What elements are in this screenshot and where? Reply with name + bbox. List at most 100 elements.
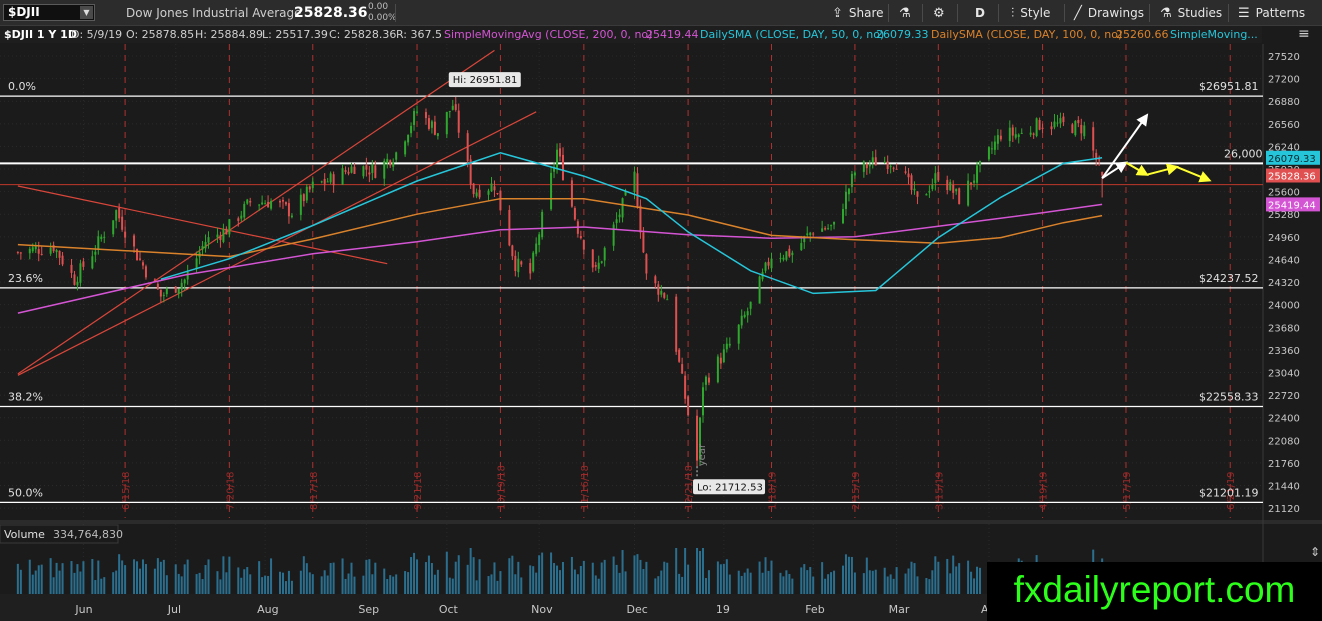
candle-body bbox=[728, 343, 731, 346]
volume-bar bbox=[639, 559, 642, 594]
volume-bar bbox=[955, 566, 958, 594]
candle-body bbox=[410, 125, 413, 134]
volume-bar bbox=[180, 576, 183, 594]
candle-body bbox=[365, 165, 368, 170]
fib-label: 50.0% bbox=[8, 486, 43, 499]
volume-bar bbox=[115, 570, 118, 594]
candle-body bbox=[987, 147, 990, 160]
volume-bar bbox=[76, 564, 79, 594]
candle-body bbox=[267, 201, 270, 208]
volume-bar bbox=[949, 573, 952, 594]
candle-body bbox=[451, 105, 454, 110]
volume-bar bbox=[895, 567, 898, 594]
volume-bar bbox=[487, 576, 490, 594]
volume-bar bbox=[946, 558, 949, 594]
candle-body bbox=[270, 200, 273, 209]
volume-bar bbox=[904, 573, 907, 594]
volume-bar bbox=[716, 561, 719, 594]
candle-body bbox=[800, 243, 803, 251]
y-tick-label: 23040 bbox=[1268, 368, 1300, 379]
candle-body bbox=[615, 219, 618, 224]
x-tick-label: Jul bbox=[167, 603, 181, 616]
price-chart[interactable]: 2752027200268802656026240259202560025280… bbox=[0, 0, 1322, 621]
volume-bar bbox=[94, 580, 97, 594]
volume-bar bbox=[824, 578, 827, 594]
expiry-label: 3/15/19 bbox=[934, 471, 945, 510]
x-tick-label: Jun bbox=[74, 603, 92, 616]
volume-bar bbox=[847, 556, 850, 594]
volume-bar bbox=[529, 565, 532, 594]
candle-body bbox=[970, 182, 973, 185]
volume-bar bbox=[788, 573, 791, 594]
hi-label: Hi: 26951.81 bbox=[453, 75, 518, 86]
candle-body bbox=[529, 263, 532, 274]
candle-body bbox=[993, 141, 996, 150]
candle-body bbox=[16, 252, 19, 254]
volume-bar bbox=[136, 561, 139, 594]
candle-body bbox=[758, 276, 761, 304]
volume-bar bbox=[267, 575, 270, 594]
expiry-label: 9/21/18 bbox=[413, 471, 424, 510]
volume-bar bbox=[198, 572, 201, 594]
volume-bar bbox=[144, 564, 147, 594]
volume-bar bbox=[663, 561, 666, 594]
candle-body bbox=[865, 164, 868, 169]
volume-bar bbox=[553, 563, 556, 594]
volume-bar bbox=[308, 572, 311, 594]
candle-body bbox=[97, 236, 100, 250]
candle-body bbox=[487, 190, 490, 195]
volume-bar bbox=[603, 559, 606, 594]
volume-bar bbox=[392, 576, 395, 594]
volume-bar bbox=[91, 559, 94, 594]
candle-body bbox=[1032, 133, 1035, 135]
volume-bar bbox=[281, 572, 284, 594]
candle-body bbox=[424, 112, 427, 119]
volume-bar bbox=[201, 579, 204, 594]
candle-body bbox=[31, 247, 34, 252]
candle-body bbox=[496, 193, 499, 195]
candle-body bbox=[561, 154, 564, 180]
candle-body bbox=[180, 282, 183, 290]
candle-body bbox=[118, 207, 121, 219]
candle-body bbox=[847, 188, 850, 195]
candle-body bbox=[416, 111, 419, 113]
candle-body bbox=[749, 301, 752, 309]
volume-bar bbox=[746, 568, 749, 594]
candle-body bbox=[594, 264, 597, 267]
candle-body bbox=[347, 171, 350, 174]
candle-body bbox=[633, 171, 636, 193]
candle-body bbox=[666, 299, 669, 301]
candle-body bbox=[535, 243, 538, 254]
candle-body bbox=[34, 246, 37, 250]
candle-body bbox=[472, 183, 475, 195]
volume-bar bbox=[821, 562, 824, 594]
volume-bar bbox=[853, 572, 856, 594]
candle-body bbox=[958, 188, 961, 205]
candle-body bbox=[767, 261, 770, 266]
volume-bar bbox=[156, 558, 159, 594]
x-tick-label: Oct bbox=[439, 603, 459, 616]
candle-body bbox=[514, 255, 517, 272]
expiry-label: 5/17/19 bbox=[1122, 471, 1133, 510]
candle-body bbox=[311, 181, 314, 189]
volume-bar bbox=[410, 557, 413, 594]
candle-body bbox=[928, 191, 931, 193]
volume-bar bbox=[246, 567, 249, 594]
candle-body bbox=[261, 202, 264, 205]
volume-bar bbox=[907, 568, 910, 594]
volume-bar bbox=[886, 576, 889, 594]
volume-bar bbox=[332, 562, 335, 594]
volume-bar bbox=[124, 565, 127, 594]
volume-bar bbox=[830, 572, 833, 594]
volume-bar bbox=[844, 554, 847, 594]
candle-body bbox=[389, 160, 392, 166]
y-tick-label: 22400 bbox=[1268, 414, 1300, 425]
volume-bar bbox=[499, 571, 502, 594]
candle-body bbox=[785, 251, 788, 260]
candle-body bbox=[642, 232, 645, 253]
watermark-logo: fxdailyreport.com bbox=[987, 562, 1322, 621]
volume-bar bbox=[976, 566, 979, 594]
candle-body bbox=[28, 248, 31, 254]
candle-body bbox=[1020, 132, 1023, 134]
volume-bar bbox=[970, 571, 973, 594]
